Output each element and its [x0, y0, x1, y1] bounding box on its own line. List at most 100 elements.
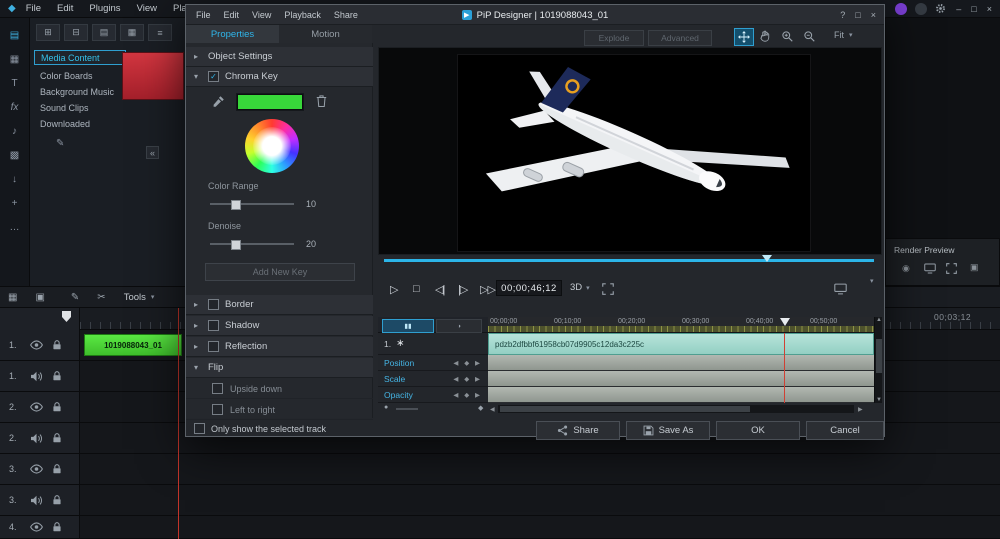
- scrollbar-thumb[interactable]: [500, 406, 750, 412]
- slider-thumb[interactable]: [231, 200, 241, 210]
- scroll-left-icon[interactable]: ◀: [490, 406, 495, 413]
- dialog-menu-file[interactable]: File: [196, 10, 211, 20]
- timeline-zoom-dot[interactable]: ●: [384, 404, 388, 411]
- position-keyframe-track[interactable]: [488, 355, 874, 371]
- section-object-settings[interactable]: ▸ Object Settings: [186, 47, 373, 67]
- fit-dropdown[interactable]: Fit ▾: [834, 30, 853, 40]
- seek-handle[interactable]: [762, 255, 772, 262]
- keyframe-controls[interactable]: ◀ ◆ ▶: [453, 391, 482, 399]
- add-keyframe-icon[interactable]: ◆: [478, 404, 483, 412]
- section-chroma-key[interactable]: ▾ ✓ Chroma Key: [186, 67, 373, 87]
- ok-button[interactable]: OK: [716, 421, 800, 440]
- preview-canvas[interactable]: [378, 47, 882, 255]
- audio-room-icon[interactable]: ♪: [12, 126, 17, 137]
- download-room-icon[interactable]: ↓: [12, 174, 17, 185]
- lock-icon[interactable]: [52, 339, 62, 351]
- horizontal-scrollbar[interactable]: [498, 405, 854, 413]
- menu-plugins[interactable]: Plugins: [89, 3, 120, 14]
- only-show-checkbox[interactable]: [194, 423, 205, 434]
- lock-icon[interactable]: [52, 494, 62, 506]
- explode-button[interactable]: Explode: [584, 30, 644, 46]
- library-view-icon-5[interactable]: ≡: [148, 24, 172, 41]
- scale-keyframe-track[interactable]: [488, 371, 874, 387]
- keyframe-ruler[interactable]: 00;00;00 00;10;00 00;20;00 00;30;00 00;4…: [488, 317, 874, 333]
- opacity-keyframe-track[interactable]: [488, 387, 874, 403]
- dialog-menu-view[interactable]: View: [252, 10, 271, 20]
- speaker-icon[interactable]: [30, 495, 43, 506]
- add-room-icon[interactable]: +: [12, 198, 18, 209]
- dialog-maximize-button[interactable]: □: [855, 10, 860, 20]
- library-view-icon-2[interactable]: ⊟: [64, 24, 88, 41]
- fast-forward-button[interactable]: ▷▷: [480, 283, 495, 296]
- lock-icon[interactable]: [52, 463, 62, 475]
- keyframe-playhead[interactable]: [780, 318, 790, 326]
- account-icon[interactable]: [915, 3, 927, 15]
- library-view-icon-1[interactable]: ⊞: [36, 24, 60, 41]
- lock-icon[interactable]: [52, 401, 62, 413]
- preview-seekbar[interactable]: [384, 259, 874, 262]
- add-new-key-button[interactable]: Add New Key: [205, 263, 355, 281]
- upside-down-checkbox[interactable]: [212, 383, 223, 394]
- category-sound-clips[interactable]: Sound Clips: [34, 100, 126, 115]
- section-reflection[interactable]: ▸ Reflection: [186, 337, 373, 357]
- hand-tool-icon[interactable]: [756, 28, 774, 44]
- zoom-in-icon[interactable]: [778, 28, 796, 44]
- dialog-menu-playback[interactable]: Playback: [284, 10, 321, 20]
- track-row-3-video[interactable]: 3.: [0, 454, 1000, 485]
- maximize-button[interactable]: □: [971, 4, 976, 14]
- panel-icon[interactable]: ▣: [970, 262, 979, 273]
- scroll-right-icon[interactable]: ▶: [858, 406, 863, 413]
- tab-properties[interactable]: Properties: [186, 25, 279, 43]
- transitions-room-icon[interactable]: ▦: [10, 54, 19, 65]
- reflection-checkbox[interactable]: [208, 341, 219, 352]
- lock-icon[interactable]: [52, 432, 62, 444]
- dialog-help-button[interactable]: ?: [840, 10, 845, 20]
- split-scissors-icon[interactable]: ✂: [97, 292, 105, 303]
- step-back-button[interactable]: ◁|: [435, 283, 444, 296]
- advanced-button[interactable]: Advanced: [648, 30, 712, 46]
- 3d-mode-dropdown[interactable]: 3D ▾: [570, 282, 590, 293]
- dialog-menu-share[interactable]: Share: [334, 10, 358, 20]
- tools-dropdown[interactable]: Tools ▾: [124, 292, 155, 303]
- media-room-icon[interactable]: ▤: [10, 30, 19, 41]
- category-background-music[interactable]: Background Music: [34, 84, 126, 99]
- avatar[interactable]: [895, 3, 907, 15]
- trash-icon[interactable]: [316, 94, 327, 108]
- key-color-swatch[interactable]: [236, 93, 304, 111]
- chroma-key-checkbox[interactable]: ✓: [208, 71, 219, 82]
- dialog-titlebar[interactable]: File Edit View Playback Share ▶ PiP Desi…: [186, 5, 884, 25]
- overlay-room-icon[interactable]: ▩: [10, 150, 19, 161]
- timeline-zoom-slider[interactable]: [396, 408, 418, 410]
- menu-edit[interactable]: Edit: [57, 3, 73, 14]
- record-icon[interactable]: ◉: [902, 263, 910, 274]
- collapse-chevron-icon[interactable]: ▾: [870, 277, 874, 285]
- scroll-down-icon[interactable]: ▼: [876, 397, 882, 403]
- scroll-up-icon[interactable]: ▲: [876, 317, 882, 323]
- border-checkbox[interactable]: [208, 299, 219, 310]
- eye-icon[interactable]: [30, 402, 43, 412]
- category-color-boards[interactable]: Color Boards: [34, 68, 126, 83]
- eye-icon[interactable]: [30, 464, 43, 474]
- lock-icon[interactable]: [52, 521, 62, 533]
- timeline-clip[interactable]: 1019088043_01: [84, 334, 182, 356]
- lock-icon[interactable]: [52, 370, 62, 382]
- close-button[interactable]: ×: [987, 4, 992, 14]
- track-row-3-audio[interactable]: 3.: [0, 485, 1000, 516]
- zoom-out-icon[interactable]: [800, 28, 818, 44]
- gear-icon[interactable]: [935, 3, 946, 14]
- flip-upside-down-row[interactable]: Upside down: [186, 379, 373, 399]
- draw-icon[interactable]: ✎: [56, 138, 64, 149]
- tab-motion[interactable]: Motion: [279, 25, 372, 43]
- save-as-button[interactable]: Save As: [626, 421, 710, 440]
- menu-file[interactable]: File: [26, 3, 41, 14]
- minimize-button[interactable]: –: [956, 4, 961, 14]
- play-button[interactable]: ▷: [390, 283, 397, 296]
- menu-view[interactable]: View: [137, 3, 157, 14]
- library-view-icon-3[interactable]: ▤: [92, 24, 116, 41]
- category-media-content[interactable]: Media Content: [34, 50, 126, 65]
- clip-view-toggle[interactable]: ◑: [436, 319, 482, 333]
- stop-button[interactable]: □: [413, 283, 419, 295]
- dialog-menu-edit[interactable]: Edit: [224, 10, 240, 20]
- keyframe-controls[interactable]: ◀ ◆ ▶: [453, 375, 482, 383]
- list-view-icon[interactable]: ▣: [35, 292, 44, 303]
